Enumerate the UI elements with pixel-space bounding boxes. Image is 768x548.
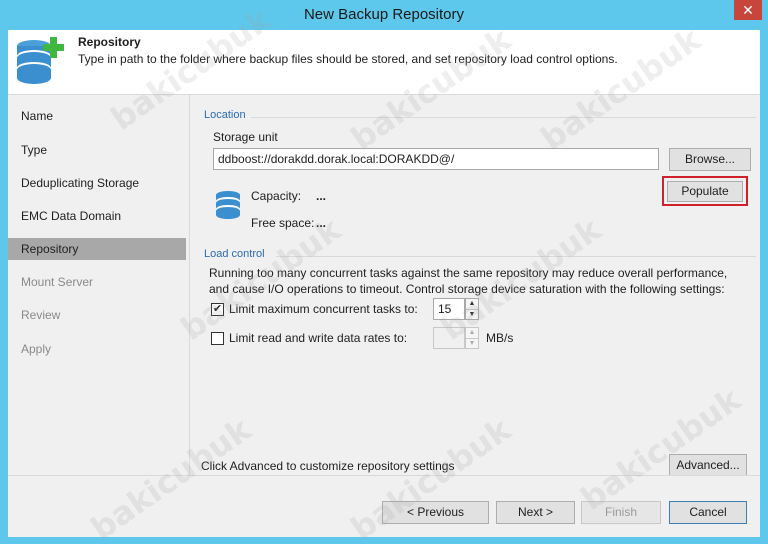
- advanced-button[interactable]: Advanced...: [669, 454, 747, 477]
- nav-step-name[interactable]: Name: [8, 105, 186, 127]
- nav-step-repository[interactable]: Repository: [8, 238, 186, 260]
- window-title: New Backup Repository: [303, 6, 465, 23]
- browse-button[interactable]: Browse...: [669, 148, 751, 171]
- storage-unit-input[interactable]: ddboost://dorakdd.dorak.local:DORAKDD@/: [213, 148, 659, 170]
- spin-down-icon[interactable]: ▼: [466, 309, 478, 319]
- load-control-description-line1: Running too many concurrent tasks agains…: [209, 266, 728, 280]
- nav-step-deduplicating-storage[interactable]: Deduplicating Storage: [8, 172, 186, 194]
- wizard-step-nav: Name Type Deduplicating Storage EMC Data…: [8, 95, 188, 475]
- limit-rate-input[interactable]: [433, 327, 465, 349]
- capacity-value: ...: [316, 189, 327, 203]
- populate-button[interactable]: Populate: [667, 181, 743, 202]
- next-button[interactable]: Next >: [496, 501, 575, 524]
- nav-step-apply: Apply: [21, 342, 52, 356]
- finish-button: Finish: [581, 501, 661, 524]
- spin-down-icon[interactable]: ▼: [466, 338, 478, 348]
- limit-rate-label[interactable]: Limit read and write data rates to:: [229, 331, 407, 345]
- location-group-label: Location: [204, 109, 246, 121]
- wizard-body: Name Type Deduplicating Storage EMC Data…: [8, 95, 760, 477]
- free-space-label: Free space:: [251, 216, 315, 230]
- dialog-window: New Backup Repository ✕ Repository Type …: [0, 0, 768, 548]
- close-button[interactable]: ✕: [734, 0, 762, 20]
- header-title: Repository: [78, 35, 141, 49]
- title-bar[interactable]: New Backup Repository ✕: [0, 0, 768, 30]
- wizard-footer: < Previous Next > Finish Cancel: [8, 475, 760, 537]
- previous-button[interactable]: < Previous: [382, 501, 489, 524]
- close-icon: ✕: [742, 2, 754, 18]
- load-control-group-line: [276, 256, 756, 257]
- limit-tasks-spinner[interactable]: ▲ ▼: [465, 298, 479, 320]
- limit-rate-spinner[interactable]: ▲ ▼: [465, 327, 479, 349]
- nav-divider: [189, 95, 190, 475]
- load-control-group-label: Load control: [204, 248, 265, 260]
- database-add-icon: [17, 37, 64, 84]
- load-control-description-line2: and cause I/O operations to timeout. Con…: [209, 282, 725, 296]
- location-group-line: [251, 117, 756, 118]
- limit-tasks-checkbox[interactable]: ✔: [211, 303, 224, 316]
- storage-unit-label: Storage unit: [213, 130, 278, 144]
- free-space-value: ...: [316, 216, 327, 230]
- advanced-hint: Click Advanced to customize repository s…: [201, 459, 455, 473]
- nav-step-review: Review: [21, 308, 61, 322]
- nav-step-mount-server: Mount Server: [21, 275, 94, 289]
- wizard-header: Repository Type in path to the folder wh…: [8, 30, 760, 95]
- nav-step-emc-data-domain[interactable]: EMC Data Domain: [8, 205, 186, 227]
- spin-up-icon[interactable]: ▲: [466, 328, 478, 338]
- nav-step-type[interactable]: Type: [8, 139, 186, 161]
- dialog-client: Repository Type in path to the folder wh…: [8, 0, 760, 548]
- header-description: Type in path to the folder where backup …: [78, 52, 618, 66]
- limit-rate-checkbox[interactable]: [211, 332, 224, 345]
- spin-up-icon[interactable]: ▲: [466, 299, 478, 309]
- limit-tasks-input[interactable]: 15: [433, 298, 465, 320]
- capacity-label: Capacity:: [251, 189, 302, 203]
- checkmark-icon: ✔: [212, 303, 223, 315]
- cancel-button[interactable]: Cancel: [669, 501, 747, 524]
- repository-settings: Location Storage unit ddboost://dorakdd.…: [191, 95, 760, 477]
- limit-tasks-label[interactable]: Limit maximum concurrent tasks to:: [229, 302, 418, 316]
- storage-icon: [216, 191, 240, 219]
- rate-unit-label: MB/s: [486, 331, 514, 345]
